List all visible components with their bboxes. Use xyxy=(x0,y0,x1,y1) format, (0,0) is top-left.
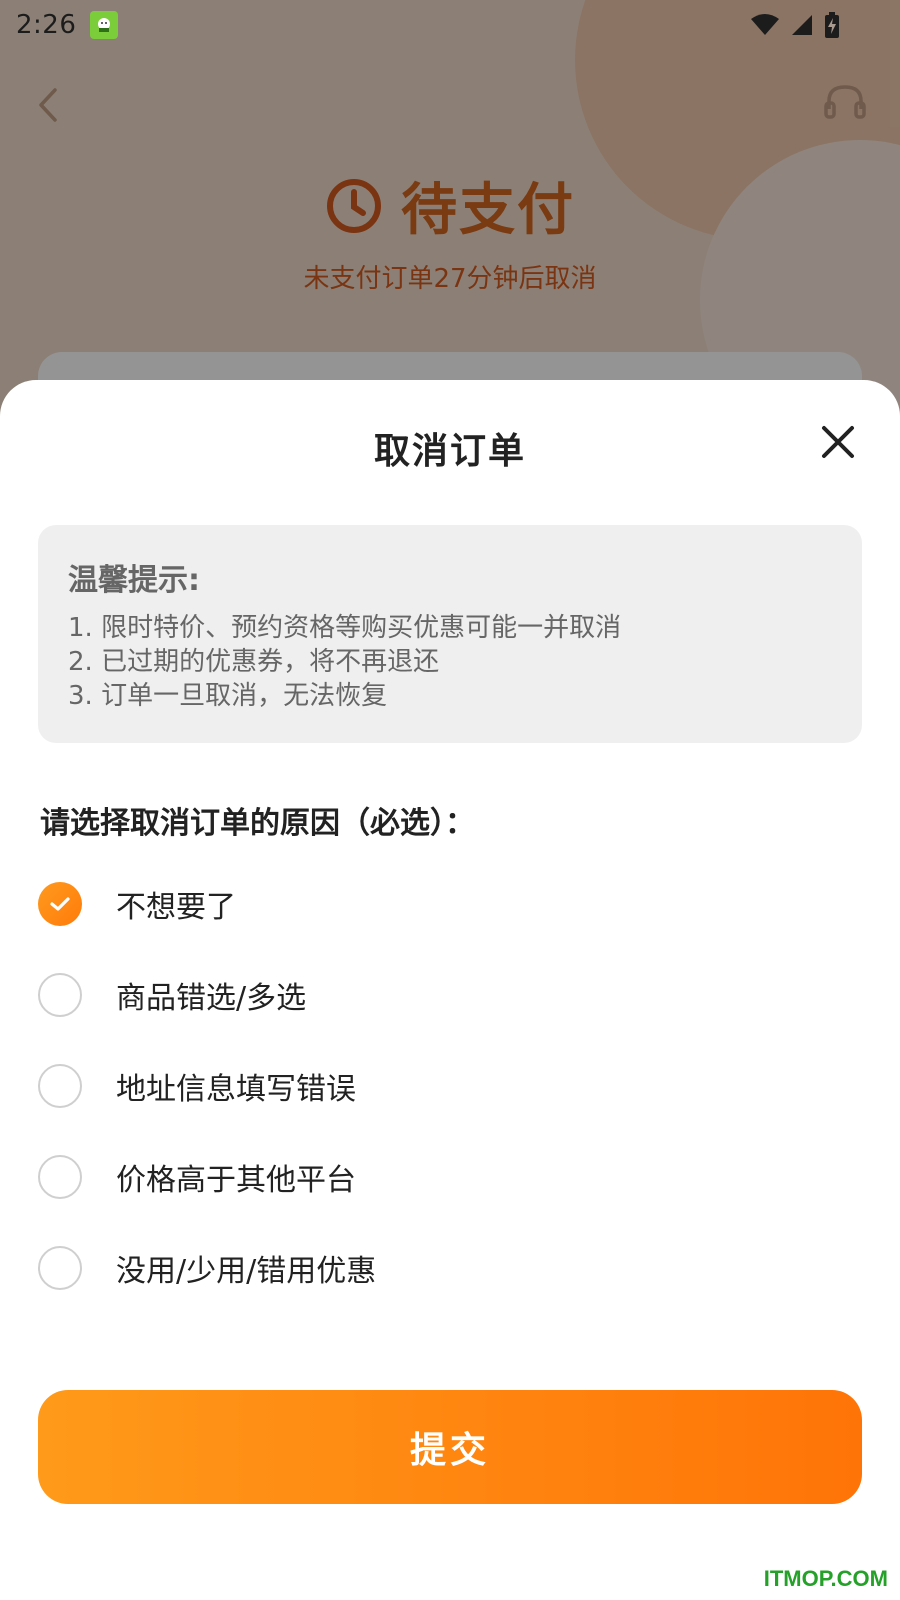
tips-line: 3. 订单一旦取消，无法恢复 xyxy=(68,681,388,711)
wifi-icon xyxy=(751,14,779,35)
radio-unchecked[interactable] xyxy=(38,1154,82,1199)
order-status-title: 待支付 xyxy=(0,165,900,246)
headset-icon xyxy=(824,85,866,119)
order-status-text: 待支付 xyxy=(401,178,575,243)
tips-title: 温馨提示: xyxy=(68,563,200,598)
reason-label: 商品错选/多选 xyxy=(116,980,307,1016)
status-icons xyxy=(750,12,840,38)
close-button[interactable] xyxy=(816,420,860,464)
tips-line: 1. 限时特价、预约资格等购买优惠可能一并取消 xyxy=(68,613,622,643)
reason-label: 没用/少用/错用优惠 xyxy=(116,1253,377,1289)
order-status-subtitle: 未支付订单27分钟后取消 xyxy=(303,264,597,294)
chevron-left-icon xyxy=(39,88,57,122)
watermark: ITMOP.COM xyxy=(763,1566,888,1591)
reason-option-not-wanted[interactable]: 不想要了 xyxy=(38,858,862,949)
reason-option-wrong-item[interactable]: 商品错选/多选 xyxy=(38,949,862,1040)
top-bar xyxy=(0,70,900,140)
reason-option-wrong-address[interactable]: 地址信息填写错误 xyxy=(38,1040,862,1131)
customer-service-button[interactable] xyxy=(820,78,870,128)
tips-line: 2. 已过期的优惠券，将不再退还 xyxy=(68,647,440,677)
status-bar: 2:26 xyxy=(0,0,900,50)
radio-unchecked[interactable] xyxy=(38,972,82,1017)
radio-checked[interactable] xyxy=(38,881,82,926)
reason-label: 不想要了 xyxy=(116,889,236,925)
sheet-title: 取消订单 xyxy=(373,431,526,472)
battery-charging-icon xyxy=(825,12,839,38)
reason-option-price-higher[interactable]: 价格高于其他平台 xyxy=(38,1131,862,1222)
radio-unchecked[interactable] xyxy=(38,1063,82,1108)
tips-box: 温馨提示: 1. 限时特价、预约资格等购买优惠可能一并取消 2. 已过期的优惠券… xyxy=(38,525,862,743)
signal-icon xyxy=(792,15,812,35)
cancel-order-sheet: 取消订单 温馨提示: 1. 限时特价、预约资格等购买优惠可能一并取消 2. 已过… xyxy=(0,380,900,1600)
status-time: 2:26 xyxy=(16,10,77,40)
clock-icon xyxy=(327,178,381,233)
reason-label: 地址信息填写错误 xyxy=(116,1071,356,1107)
reason-list: 不想要了 商品错选/多选 地址信息填写错误 价格高于其他平台 没用/少用/错用优… xyxy=(38,858,862,1313)
android-app-icon xyxy=(90,11,119,39)
checkmark-icon xyxy=(50,896,70,911)
reason-option-coupon-issue[interactable]: 没用/少用/错用优惠 xyxy=(38,1222,862,1313)
submit-button[interactable]: 提交 xyxy=(38,1390,862,1504)
radio-unchecked[interactable] xyxy=(38,1245,82,1290)
back-button[interactable] xyxy=(28,80,68,130)
reason-label: 价格高于其他平台 xyxy=(116,1162,356,1198)
close-icon xyxy=(822,426,854,458)
reason-section-title: 请选择取消订单的原因（必选）： xyxy=(40,806,475,841)
